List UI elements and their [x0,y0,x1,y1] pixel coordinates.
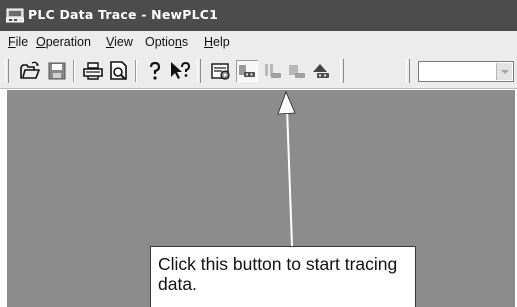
upload-trace-icon[interactable] [310,60,332,82]
plc-trace-app-icon [5,8,25,23]
callout-text-box: Click this button to start tracing data. [150,246,416,307]
workspace-border [0,89,7,307]
toolbar-grip[interactable] [406,59,410,83]
menu-help[interactable]: Help [204,35,230,49]
title-bar[interactable]: PLC Data Trace - NewPLC1 [0,0,517,31]
help-icon[interactable] [144,60,166,82]
toolbar [0,53,517,89]
trace-select-combo[interactable] [418,61,514,82]
toolbar-separator [73,60,75,82]
start-trace-icon[interactable] [236,60,258,82]
stop-trace-icon[interactable] [286,60,308,82]
menu-options[interactable]: Options [145,35,188,49]
printer-icon[interactable] [82,60,104,82]
chevron-down-icon[interactable] [496,63,512,80]
pause-trace-icon[interactable] [262,60,284,82]
menu-view[interactable]: View [106,35,133,49]
trace-settings-icon[interactable] [210,60,232,82]
toolbar-grip[interactable] [197,59,201,83]
open-folder-icon[interactable] [19,60,41,82]
toolbar-grip[interactable] [340,59,344,83]
print-preview-icon[interactable] [108,60,130,82]
callout-text: Click this button to start tracing data. [158,254,398,294]
context-help-icon[interactable] [169,60,191,82]
window-title: PLC Data Trace - NewPLC1 [28,7,219,22]
menu-file[interactable]: File [8,35,28,49]
toolbar-separator [135,60,137,82]
save-disk-icon[interactable] [46,60,68,82]
menu-operation[interactable]: Operation [36,35,91,49]
menu-bar: File Operation View Options Help [0,31,517,53]
toolbar-grip[interactable] [5,59,9,83]
plc-data-trace-window: PLC Data Trace - NewPLC1 File Operation … [0,0,517,307]
